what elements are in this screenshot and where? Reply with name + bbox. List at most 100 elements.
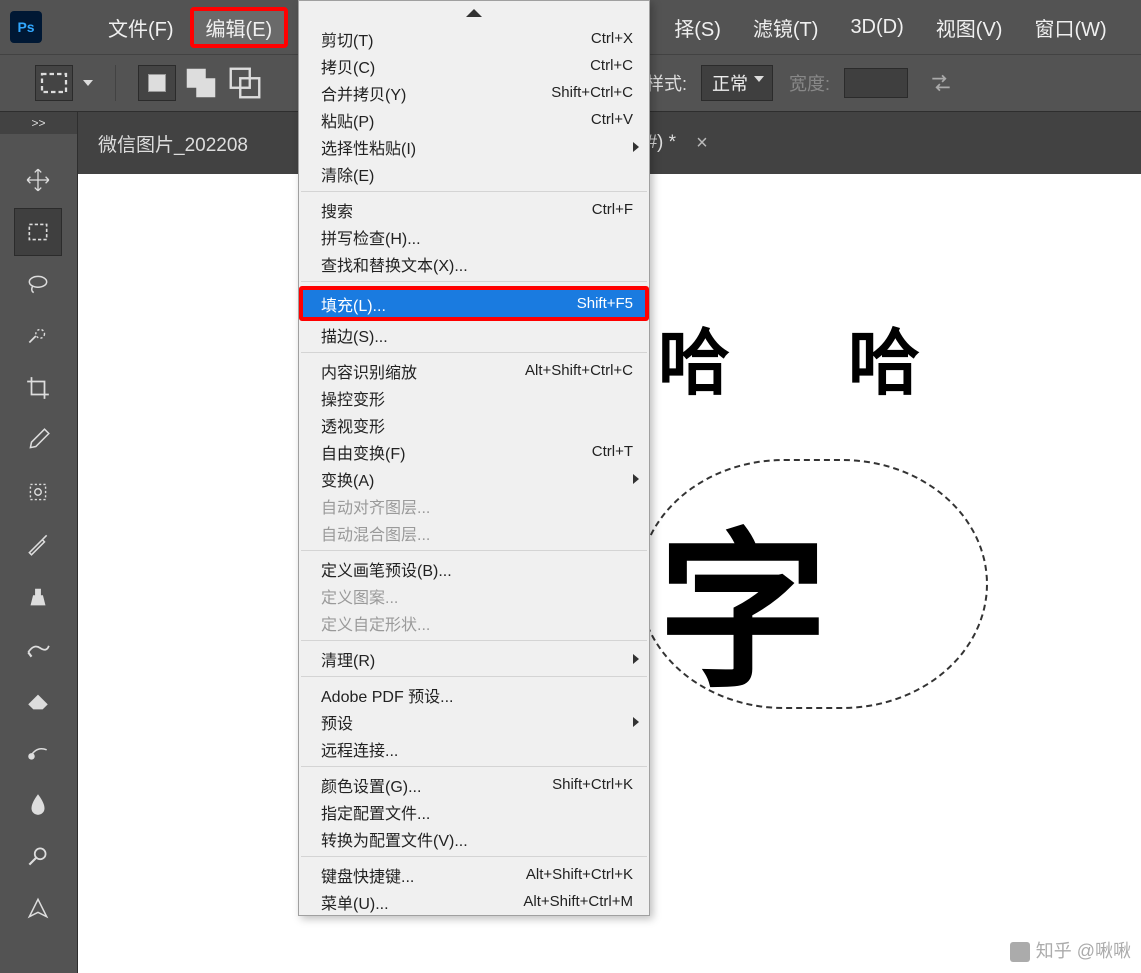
document-filename-left[interactable]: 微信图片_202208 xyxy=(98,130,248,157)
eraser-tool[interactable] xyxy=(14,676,62,724)
menu-item-label: 定义画笔预设(B)... xyxy=(321,557,452,581)
menu-item-填充L[interactable]: 填充(L)...Shift+F5 xyxy=(299,286,649,321)
menu-item-Adobe-PDF-预设[interactable]: Adobe PDF 预设... xyxy=(299,681,649,708)
menu-item-label: Adobe PDF 预设... xyxy=(321,683,454,707)
menu-item-label: 描边(S)... xyxy=(321,323,388,347)
menu-filter[interactable]: 滤镜(T) xyxy=(737,7,835,48)
menu-item-拷贝C[interactable]: 拷贝(C)Ctrl+C xyxy=(299,52,649,79)
clone-stamp-tool[interactable] xyxy=(14,572,62,620)
photoshop-icon: Ps xyxy=(10,11,42,43)
marquee-tool[interactable] xyxy=(14,208,62,256)
menu-item-选择性粘贴I[interactable]: 选择性粘贴(I) xyxy=(299,133,649,160)
menu-file[interactable]: 文件(F) xyxy=(92,7,190,48)
menu-view[interactable]: 视图(V) xyxy=(920,7,1019,48)
dodge-tool[interactable] xyxy=(14,832,62,880)
menu-shortcut: Ctrl+X xyxy=(591,30,633,47)
separator xyxy=(115,65,116,101)
menu-edit[interactable]: 编辑(E) xyxy=(190,7,289,48)
menu-shortcut: Alt+Shift+Ctrl+K xyxy=(526,866,633,883)
patch-tool[interactable] xyxy=(14,468,62,516)
menu-3d[interactable]: 3D(D) xyxy=(834,10,919,45)
menu-separator xyxy=(301,281,647,282)
submenu-arrow-icon xyxy=(633,142,639,152)
canvas-text-ha2: 哈 xyxy=(848,304,920,409)
sidebar-expand[interactable]: >> xyxy=(0,112,77,134)
menu-item-定义画笔预设B[interactable]: 定义画笔预设(B)... xyxy=(299,555,649,582)
menu-item-label: 内容识别缩放 xyxy=(321,359,417,383)
marquee-selection xyxy=(638,459,988,709)
menu-item-指定配置文件[interactable]: 指定配置文件... xyxy=(299,798,649,825)
menu-item-变换A[interactable]: 变换(A) xyxy=(299,465,649,492)
menu-item-剪切T[interactable]: 剪切(T)Ctrl+X xyxy=(299,25,649,52)
selection-subtract-icon[interactable] xyxy=(226,65,264,101)
menu-select-partial[interactable]: 择(S) xyxy=(658,7,737,48)
menu-item-label: 拷贝(C) xyxy=(321,54,375,78)
menu-item-清理R[interactable]: 清理(R) xyxy=(299,645,649,672)
menu-item-透视变形[interactable]: 透视变形 xyxy=(299,411,649,438)
lasso-tool[interactable] xyxy=(14,260,62,308)
menu-item-label: 搜索 xyxy=(321,198,353,222)
menu-shortcut: Shift+Ctrl+C xyxy=(551,84,633,101)
menu-item-远程连接[interactable]: 远程连接... xyxy=(299,735,649,762)
submenu-arrow-icon xyxy=(633,654,639,664)
menu-item-查找和替换文本X[interactable]: 查找和替换文本(X)... xyxy=(299,250,649,277)
style-select[interactable]: 正常 xyxy=(701,65,773,101)
menu-item-粘贴P[interactable]: 粘贴(P)Ctrl+V xyxy=(299,106,649,133)
close-tab-button[interactable]: × xyxy=(696,132,708,155)
toolbox xyxy=(14,156,64,936)
gradient-tool[interactable] xyxy=(14,728,62,776)
menu-item-label: 清理(R) xyxy=(321,647,375,671)
menu-item-预设[interactable]: 预设 xyxy=(299,708,649,735)
menu-item-定义图案: 定义图案... xyxy=(299,582,649,609)
menu-shortcut: Ctrl+V xyxy=(591,111,633,128)
width-input[interactable] xyxy=(844,68,908,98)
move-tool[interactable] xyxy=(14,156,62,204)
menu-item-label: 定义图案... xyxy=(321,584,398,608)
style-label: 样式: xyxy=(646,70,687,96)
swap-icon[interactable] xyxy=(928,70,954,96)
scroll-up-arrow[interactable] xyxy=(299,1,649,25)
menu-item-操控变形[interactable]: 操控变形 xyxy=(299,384,649,411)
menu-shortcut: Ctrl+F xyxy=(592,201,633,218)
menu-item-label: 清除(E) xyxy=(321,162,374,186)
history-brush-tool[interactable] xyxy=(14,624,62,672)
style-value: 正常 xyxy=(712,74,748,94)
menu-shortcut: Alt+Shift+Ctrl+M xyxy=(523,893,633,910)
menu-item-颜色设置G[interactable]: 颜色设置(G)... Shift+Ctrl+K xyxy=(299,771,649,798)
menu-shortcut: Shift+Ctrl+K xyxy=(552,776,633,793)
menu-item-label: 颜色设置(G)... xyxy=(321,773,421,797)
menu-window[interactable]: 窗口(W) xyxy=(1018,7,1122,48)
menu-item-合并拷贝Y[interactable]: 合并拷贝(Y)Shift+Ctrl+C xyxy=(299,79,649,106)
tool-dropdown-caret[interactable] xyxy=(83,80,93,86)
selection-add-icon[interactable] xyxy=(182,65,220,101)
menu-item-搜索[interactable]: 搜索 Ctrl+F xyxy=(299,196,649,223)
menu-item-自动对齐图层: 自动对齐图层... xyxy=(299,492,649,519)
menu-item-内容识别缩放[interactable]: 内容识别缩放Alt+Shift+Ctrl+C xyxy=(299,357,649,384)
quick-select-tool[interactable] xyxy=(14,312,62,360)
selection-new-icon[interactable] xyxy=(138,65,176,101)
canvas-text-ha1: 哈 xyxy=(658,304,730,409)
menu-item-拼写检查H[interactable]: 拼写检查(H)... xyxy=(299,223,649,250)
menu-item-label: 变换(A) xyxy=(321,467,374,491)
menu-item-label: 选择性粘贴(I) xyxy=(321,135,416,159)
edit-dropdown-menu: 剪切(T)Ctrl+X拷贝(C)Ctrl+C合并拷贝(Y)Shift+Ctrl+… xyxy=(298,0,650,916)
menu-item-label: 预设 xyxy=(321,710,353,734)
menu-item-自由变换F[interactable]: 自由变换(F)Ctrl+T xyxy=(299,438,649,465)
crop-tool[interactable] xyxy=(14,364,62,412)
brush-tool[interactable] xyxy=(14,520,62,568)
menu-item-label: 键盘快捷键... xyxy=(321,863,414,887)
menu-separator xyxy=(301,191,647,192)
blur-tool[interactable] xyxy=(14,780,62,828)
eyedropper-tool[interactable] xyxy=(14,416,62,464)
menu-item-描边S[interactable]: 描边(S)... xyxy=(299,321,649,348)
menu-item-菜单U[interactable]: 菜单(U)...Alt+Shift+Ctrl+M xyxy=(299,888,649,915)
menu-item-清除E[interactable]: 清除(E) xyxy=(299,160,649,187)
menu-item-label: 操控变形 xyxy=(321,386,385,410)
menu-separator xyxy=(301,766,647,767)
menu-shortcut: Ctrl+T xyxy=(592,443,633,460)
menu-item-转换为配置文件V[interactable]: 转换为配置文件(V)... xyxy=(299,825,649,852)
active-tool-indicator[interactable] xyxy=(35,65,73,101)
marquee-icon xyxy=(36,65,72,101)
menu-item-键盘快捷键[interactable]: 键盘快捷键... Alt+Shift+Ctrl+K xyxy=(299,861,649,888)
pen-tool[interactable] xyxy=(14,884,62,932)
